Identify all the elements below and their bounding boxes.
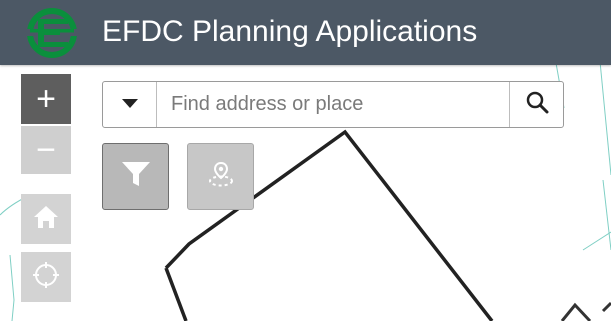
map-line <box>582 231 611 251</box>
app-header: EFDC Planning Applications <box>0 0 611 65</box>
location-tool-button[interactable] <box>187 143 254 210</box>
home-icon <box>32 203 60 236</box>
zoom-controls: + − <box>21 74 71 174</box>
app-title: EFDC Planning Applications <box>102 15 478 48</box>
search-widget <box>102 81 564 128</box>
parcel-corner <box>560 301 611 321</box>
search-icon <box>525 90 549 119</box>
map-feature-lines <box>0 19 611 321</box>
locate-icon <box>31 260 61 295</box>
filter-button[interactable] <box>102 143 169 210</box>
parcel-outline <box>164 267 188 321</box>
locate-button[interactable] <box>21 252 71 302</box>
search-source-dropdown[interactable] <box>103 82 157 127</box>
map-line <box>9 254 15 321</box>
zoom-out-button[interactable]: − <box>21 126 71 174</box>
filter-icon <box>120 159 152 194</box>
zoom-in-button[interactable]: + <box>21 74 71 124</box>
location-pin-icon <box>206 159 236 194</box>
search-button[interactable] <box>509 82 563 127</box>
efdc-logo-icon <box>24 5 80 61</box>
search-input[interactable] <box>157 82 509 127</box>
app-window: EFDC Planning Applications + − <box>0 0 611 321</box>
map-line <box>602 179 611 251</box>
caret-down-icon <box>121 96 139 114</box>
zoom-in-label: + <box>36 80 56 118</box>
zoom-out-label: − <box>36 131 56 169</box>
home-button[interactable] <box>21 194 71 244</box>
